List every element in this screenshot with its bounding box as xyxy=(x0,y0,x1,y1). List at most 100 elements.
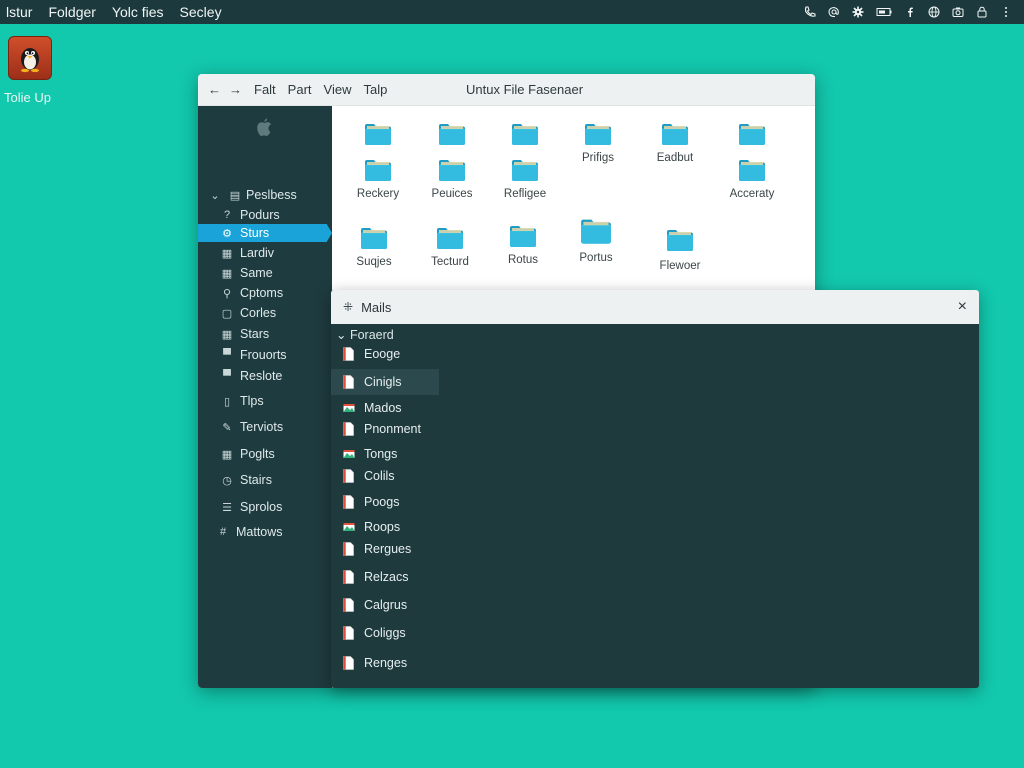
menu-item-talp[interactable]: Talp xyxy=(363,82,387,97)
sidebar: ⌄ ▤ Peslbess ? Podurs ⚙ Sturs ▦ Lardiv ▦ Same … xyxy=(198,106,332,688)
folder-icon xyxy=(360,226,388,250)
sidebar-item-label: Tlps xyxy=(240,394,264,408)
sidebar-item[interactable]: ⚲ Cptoms xyxy=(198,284,332,302)
top-menu-item[interactable]: lstur xyxy=(6,4,32,20)
folder-item[interactable]: Eadbut xyxy=(635,122,715,164)
sidebar-item-label: Peslbess xyxy=(246,188,297,202)
at-icon[interactable] xyxy=(828,6,840,18)
facebook-icon[interactable] xyxy=(904,6,916,18)
folder-icon xyxy=(438,122,466,146)
camera-icon[interactable] xyxy=(952,6,964,18)
top-menu-item[interactable]: Yolc fies xyxy=(112,4,164,20)
nav-buttons: ← → xyxy=(208,82,242,97)
mail-group-header[interactable]: ⌄ Foraerd xyxy=(336,327,394,342)
desktop-shortcut[interactable]: Tolie Up xyxy=(4,36,64,105)
folder-item[interactable]: Rotus xyxy=(483,224,563,266)
sidebar-item[interactable]: ▀ Reslote xyxy=(198,367,332,385)
sidebar-item[interactable]: ▦ Poglts xyxy=(198,445,332,463)
battery-icon[interactable] xyxy=(876,6,892,18)
folder-item[interactable]: Tecturd xyxy=(410,226,490,268)
window-titlebar: ← → Falt Part View Talp Untux File Fasen… xyxy=(198,74,815,106)
menu-item-falt[interactable]: Falt xyxy=(254,82,276,97)
image-file-icon xyxy=(343,447,355,461)
folder-item[interactable]: Flewoer xyxy=(640,226,720,272)
forward-button[interactable]: → xyxy=(229,82,242,97)
gear-icon[interactable] xyxy=(852,6,864,18)
folder-label: Peuices xyxy=(431,188,473,200)
sidebar-item[interactable]: # Mattows xyxy=(198,523,332,541)
sidebar-item-active[interactable]: ⚙ Sturs xyxy=(198,224,332,242)
folder-icon xyxy=(511,158,539,182)
folder-icon xyxy=(738,122,766,146)
mail-item-label: Calgrus xyxy=(364,598,408,612)
sidebar-item-label: Sturs xyxy=(240,226,270,240)
menu-item-part[interactable]: Part xyxy=(288,82,312,97)
menu-icon[interactable] xyxy=(1000,6,1012,18)
menu-item-view[interactable]: View xyxy=(324,82,352,97)
mail-item[interactable]: Coliggs xyxy=(331,620,439,646)
mail-item-label: Roops xyxy=(364,520,401,534)
sidebar-item[interactable]: ▦ Lardiv xyxy=(198,244,332,262)
sidebar-item-label: Terviots xyxy=(240,420,284,434)
folder-item[interactable]: Acceraty xyxy=(712,158,792,200)
grid-icon: ▤ xyxy=(229,189,241,202)
document-icon xyxy=(343,422,354,436)
sidebar-item-label: Corles xyxy=(240,306,277,320)
lock-icon[interactable] xyxy=(976,6,988,18)
folder-item[interactable]: Portus xyxy=(556,216,636,264)
sidebar-item[interactable]: ? Podurs xyxy=(198,206,332,224)
sidebar-item[interactable]: ⌄ ▤ Peslbess xyxy=(198,186,332,204)
mail-item[interactable]: Colils xyxy=(331,463,439,489)
folder-item[interactable]: Suqjes xyxy=(334,226,414,268)
sidebar-item[interactable]: ▦ Same xyxy=(198,264,332,282)
folder-item[interactable] xyxy=(338,122,418,152)
globe-icon[interactable] xyxy=(928,6,940,18)
folder-item[interactable] xyxy=(412,122,492,152)
clock-icon: ◷ xyxy=(222,474,232,487)
folder-item[interactable] xyxy=(485,122,565,152)
back-button[interactable]: ← xyxy=(208,82,221,97)
mail-item-label: Renges xyxy=(364,656,408,670)
penguin-icon[interactable] xyxy=(8,36,52,80)
search-icon: ⚲ xyxy=(222,287,232,300)
mail-item[interactable]: Pnonment xyxy=(331,416,439,442)
mail-item[interactable]: Eooge xyxy=(331,341,439,367)
mail-item[interactable]: Relzacs xyxy=(331,564,439,590)
sidebar-item[interactable]: ▦ Stars xyxy=(198,325,332,343)
sidebar-item[interactable]: ◷ Stairs xyxy=(198,471,332,489)
mails-panel: ⁜ Mails × ⌄ Foraerd Eooge Cinigls Mados Pno… xyxy=(331,290,979,688)
folder-shape xyxy=(365,160,391,181)
sidebar-item[interactable]: ▢ Corles xyxy=(198,304,332,322)
document-icon xyxy=(343,469,354,483)
top-menu-item[interactable]: Foldger xyxy=(48,4,95,20)
mail-item[interactable]: Rergues xyxy=(331,536,439,562)
document-icon xyxy=(343,598,354,612)
folder-item[interactable]: Peuices xyxy=(412,158,492,200)
window-menu: Falt Part View Talp xyxy=(254,82,387,97)
mail-item[interactable]: Renges xyxy=(331,650,439,676)
sidebar-item[interactable]: ✎ Terviots xyxy=(198,418,332,436)
phone-icon[interactable] xyxy=(804,6,816,18)
mail-item-label: Eooge xyxy=(364,347,401,361)
monitor-icon: ▀ xyxy=(223,370,231,382)
folder-shape xyxy=(365,124,391,145)
sidebar-item[interactable]: ☰ Sprolos xyxy=(198,498,332,516)
mail-item[interactable]: Cinigls xyxy=(331,369,439,395)
desktop-shortcut-label: Tolie Up xyxy=(4,90,51,105)
folder-shape xyxy=(512,160,538,181)
folder-item[interactable]: Reckery xyxy=(338,158,418,200)
top-menu: lstur Foldger Yolc fies Secley xyxy=(6,4,222,20)
sidebar-item-label: Reslote xyxy=(240,369,283,383)
sidebar-item[interactable]: ▯ Tlps xyxy=(198,392,332,410)
top-menu-item[interactable]: Secley xyxy=(180,4,222,20)
mail-item[interactable]: Calgrus xyxy=(331,592,439,618)
sidebar-item-label: Stars xyxy=(240,327,270,341)
mail-item-label: Colils xyxy=(364,469,395,483)
close-button[interactable]: × xyxy=(958,298,967,316)
folder-item[interactable] xyxy=(712,122,792,152)
mail-item[interactable]: Poogs xyxy=(331,489,439,515)
mails-title: Mails xyxy=(361,299,392,315)
folder-item[interactable]: Refligee xyxy=(485,158,565,200)
sidebar-item[interactable]: ▀ Frouorts xyxy=(198,346,332,364)
folder-item[interactable]: Prifigs xyxy=(558,122,638,164)
